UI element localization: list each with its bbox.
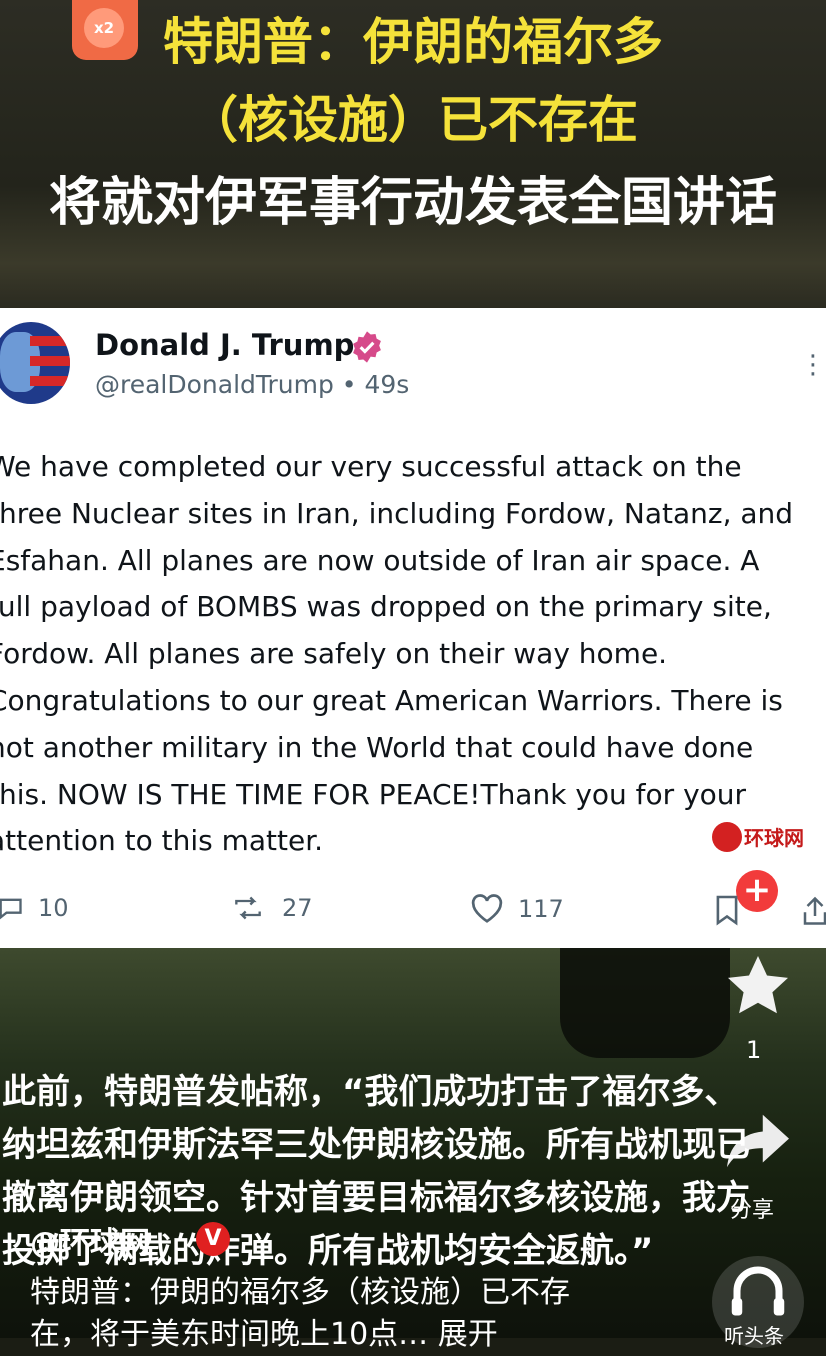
repost-icon: [235, 896, 261, 920]
author-name[interactable]: Donald J. Trump: [95, 328, 354, 362]
headline-line-2: （核设施）已不存在: [188, 91, 638, 149]
post-line: three Nuclear sites in Iran, including F…: [0, 496, 794, 530]
watermark-text: 环球网: [744, 826, 804, 850]
post-card: Donald J. Trump @realDonaldTrump • 49s ⋮…: [0, 308, 826, 948]
reply-count: 10: [38, 894, 69, 922]
avatar[interactable]: [0, 322, 70, 404]
watermark-logo-icon: [712, 822, 742, 852]
post-line: attention to this matter.: [0, 824, 324, 858]
video-description[interactable]: 特朗普：伊朗的福尔多（核设施）已不存 在，将于美东时间晚上10点… 展开: [30, 1272, 730, 1356]
post-body: We have completed our very successful at…: [0, 444, 826, 865]
bookmark-icon: [716, 895, 738, 926]
post-line: not another military in the World that c…: [0, 730, 754, 764]
share-post-icon: [803, 896, 826, 925]
post-actions: 10 27 117: [0, 894, 826, 934]
favorite-count: 1: [746, 1036, 762, 1064]
video-figure: [560, 948, 730, 1058]
star-icon[interactable]: [722, 950, 794, 1022]
share-post-button[interactable]: [800, 894, 826, 928]
listen-label: 听头条: [724, 1324, 784, 1348]
repost-button[interactable]: 27: [228, 894, 313, 922]
avatar-stripe: [30, 376, 70, 386]
bookmark-button[interactable]: [714, 894, 740, 926]
post-line: Esfahan. All planes are now outside of I…: [0, 543, 760, 577]
heart-icon: [471, 894, 503, 923]
verified-v-badge: V: [196, 1222, 230, 1256]
post-line: We have completed our very successful at…: [0, 450, 742, 483]
avatar-stripe: [30, 336, 70, 346]
post-line: Congratulations to our great American Wa…: [0, 683, 783, 717]
reply-button[interactable]: 10: [0, 894, 69, 922]
headphones-icon: [731, 1266, 785, 1316]
like-count: 117: [518, 895, 564, 923]
repost-count: 27: [282, 894, 313, 922]
watermark: 环球网: [712, 818, 812, 858]
more-options-icon[interactable]: ⋮: [800, 350, 826, 380]
avatar-stripe: [30, 356, 70, 366]
post-line: full payload of BOMBS was dropped on the…: [0, 590, 772, 624]
source-account[interactable]: @环球网: [30, 1218, 150, 1262]
verified-icon: [353, 331, 381, 363]
like-button[interactable]: 117: [470, 894, 564, 924]
headline-line-3: 将就对伊军事行动发表全国讲话: [48, 173, 777, 233]
reply-icon: [0, 898, 22, 920]
handle-and-time[interactable]: @realDonaldTrump • 49s: [95, 370, 409, 399]
post-line: this. NOW IS THE TIME FOR PEACE!Thank yo…: [0, 777, 747, 811]
headline-line-1: 特朗普：伊朗的福尔多: [163, 13, 663, 71]
post-line: Fordow. All planes are safely on their w…: [0, 637, 668, 671]
